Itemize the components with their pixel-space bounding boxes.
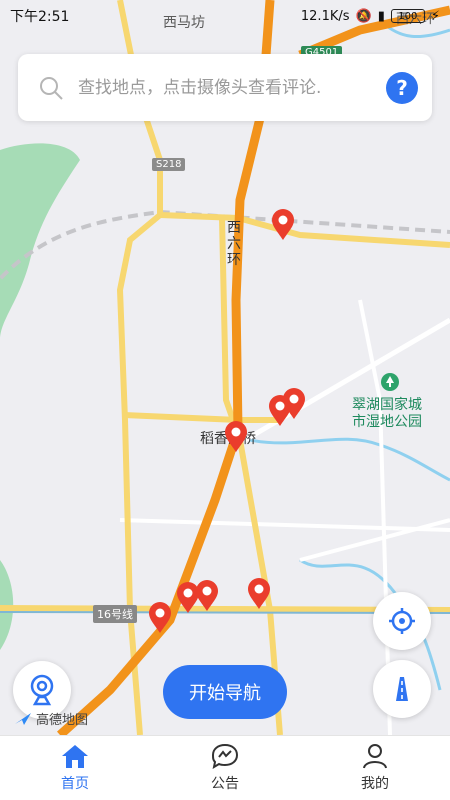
route-mode-button[interactable]: [373, 660, 431, 718]
battery-icon: 100: [390, 9, 425, 23]
map-pin-icon: [269, 395, 291, 426]
mute-icon: 🔕: [355, 8, 372, 24]
amap-logo: 高德地图: [14, 709, 88, 728]
amap-logo-icon: [15, 712, 31, 725]
status-indicators: 12.1K/s 🔕 ▮ 100 ⚡: [301, 9, 440, 24]
status-bar: 下午2:51 12.1K/s 🔕 ▮ 100 ⚡: [0, 0, 450, 32]
search-icon: [40, 76, 63, 100]
map-pin-icon: [196, 580, 218, 611]
status-time: 下午2:51: [10, 9, 70, 25]
green-area: [0, 143, 80, 340]
road-icon: [396, 677, 408, 701]
major-road-middle: [124, 412, 280, 423]
locate-button[interactable]: [373, 592, 431, 650]
network-speed: 12.1K/s: [300, 8, 350, 24]
announcement-icon: [211, 743, 239, 769]
road-code-line16: 16号线: [93, 605, 137, 623]
minor-road-2: [119, 518, 450, 532]
river: [249, 437, 450, 482]
tab-home-label: 首页: [61, 776, 89, 792]
green-area-2: [0, 560, 14, 650]
signal-icon: ▮: [377, 8, 385, 24]
battery-level: 100: [398, 10, 418, 22]
park-icon: [380, 372, 400, 396]
tab-profile[interactable]: 我的: [300, 736, 450, 800]
amap-logo-text: 高德地图: [36, 713, 89, 728]
bottom-tab-bar: 首页 公告 我的: [0, 735, 450, 800]
camera-marker[interactable]: [268, 395, 292, 427]
map-label-park: 翠湖国家城 市湿地公园: [352, 397, 422, 431]
camera-marker[interactable]: [195, 580, 219, 612]
map-pin-icon: [225, 421, 247, 452]
search-bar[interactable]: ?: [18, 54, 432, 121]
search-input[interactable]: [78, 77, 376, 98]
webcam-icon: [30, 674, 54, 706]
tab-profile-label: 我的: [361, 776, 389, 792]
park-label-line1: 翠湖国家城: [352, 397, 422, 413]
park-label-line2: 市湿地公园: [352, 414, 422, 430]
map-pin-icon: [149, 602, 171, 633]
help-button[interactable]: ?: [386, 71, 418, 104]
camera-marker[interactable]: [224, 421, 248, 453]
profile-icon: [363, 744, 387, 769]
map-label-ring-road: 西六环: [227, 220, 241, 268]
start-navigation-button[interactable]: 开始导航: [163, 665, 287, 719]
crosshair-icon: [389, 608, 415, 634]
map-pin-icon: [248, 578, 270, 609]
tab-home[interactable]: 首页: [0, 736, 150, 800]
tab-announcements-label: 公告: [211, 776, 239, 792]
camera-marker[interactable]: [271, 209, 295, 241]
camera-marker[interactable]: [247, 578, 271, 610]
map-pin-icon: [272, 209, 294, 240]
home-icon: [62, 745, 88, 768]
tab-announcements[interactable]: 公告: [150, 736, 300, 800]
camera-marker[interactable]: [148, 602, 172, 634]
major-road-south: [219, 217, 283, 735]
road-code-s218: S218: [152, 158, 186, 171]
charging-icon: ⚡: [430, 8, 440, 24]
